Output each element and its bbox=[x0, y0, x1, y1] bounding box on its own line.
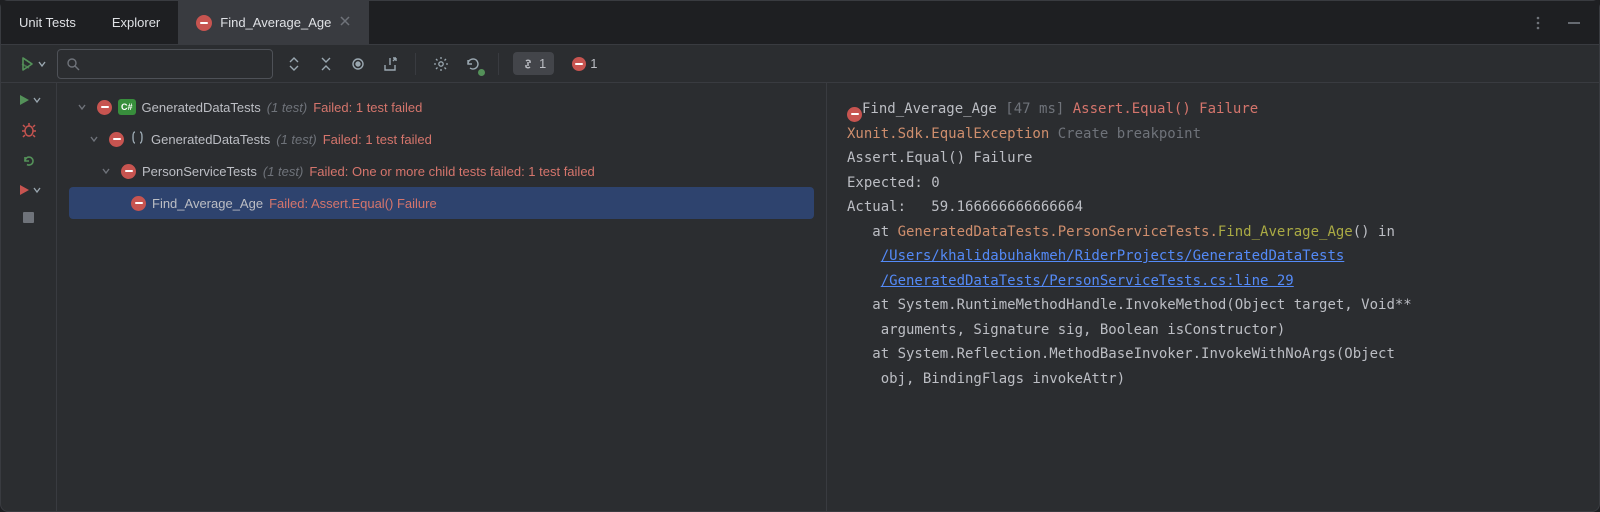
failed-count: 1 bbox=[590, 56, 597, 71]
chevron-down-icon bbox=[77, 100, 91, 115]
fail-icon bbox=[572, 57, 586, 71]
stack-frame: System.RuntimeMethodHandle.InvokeMethod(… bbox=[898, 297, 1412, 313]
tree-node-status: Failed: 1 test failed bbox=[313, 100, 422, 115]
tree-node-count: (1 test) bbox=[263, 164, 303, 179]
stack-frame: System.Reflection.MethodBaseInvoker.Invo… bbox=[898, 346, 1395, 362]
stack-frame-suffix: () in bbox=[1353, 224, 1404, 240]
search-field[interactable] bbox=[86, 55, 266, 72]
tree-node-name: Find_Average_Age bbox=[152, 196, 263, 211]
stack-frame: arguments, Signature sig, Boolean isCons… bbox=[847, 322, 1285, 338]
close-icon[interactable] bbox=[339, 15, 351, 30]
tab-find-average-age[interactable]: Find_Average_Age bbox=[178, 1, 369, 44]
toolbar: 1 1 bbox=[1, 45, 1599, 83]
fail-line: Assert.Equal() Failure bbox=[847, 150, 1032, 166]
export-icon[interactable] bbox=[379, 53, 401, 75]
fail-icon bbox=[97, 100, 112, 115]
expected-value: 0 bbox=[931, 175, 939, 191]
stack-at: at bbox=[847, 297, 898, 313]
rerun-button[interactable] bbox=[21, 153, 37, 169]
fail-icon bbox=[121, 164, 136, 179]
fail-icon bbox=[109, 132, 124, 147]
unit-tests-tool-window: Unit Tests Explorer Find_Average_Age bbox=[0, 0, 1600, 512]
chevron-down-icon bbox=[89, 132, 103, 147]
tree-node-name: PersonServiceTests bbox=[142, 164, 257, 179]
more-icon[interactable] bbox=[1527, 12, 1549, 34]
stop-button[interactable] bbox=[22, 211, 35, 224]
actual-value: 59.166666666666664 bbox=[931, 199, 1083, 215]
tree-node-count: (1 test) bbox=[276, 132, 316, 147]
tree-node-status: Failed: 1 test failed bbox=[323, 132, 432, 147]
linked-count-badge[interactable]: 1 bbox=[513, 52, 554, 75]
details-time: [47 ms] bbox=[1005, 101, 1064, 117]
body: C# GeneratedDataTests (1 test) Failed: 1… bbox=[1, 83, 1599, 511]
tree-test[interactable]: Find_Average_Age Failed: Assert.Equal() … bbox=[69, 187, 814, 219]
tabstrip: Unit Tests Explorer Find_Average_Age bbox=[1, 1, 1599, 45]
debug-button[interactable] bbox=[20, 121, 38, 139]
gear-icon[interactable] bbox=[430, 53, 452, 75]
actual-label: Actual: bbox=[847, 199, 931, 215]
source-link[interactable]: /GeneratedDataTests/PersonServiceTests.c… bbox=[881, 273, 1294, 289]
expand-all-icon[interactable] bbox=[283, 53, 305, 75]
fail-icon bbox=[847, 107, 862, 122]
stack-at: at bbox=[847, 346, 898, 362]
rerun-failed-button[interactable] bbox=[17, 183, 41, 197]
tree-root[interactable]: C# GeneratedDataTests (1 test) Failed: 1… bbox=[69, 91, 814, 123]
create-breakpoint-link[interactable]: Create breakpoint bbox=[1058, 126, 1201, 142]
details-fail: Assert.Equal() Failure bbox=[1073, 101, 1258, 117]
refresh-icon[interactable] bbox=[462, 53, 484, 75]
expected-label: Expected: bbox=[847, 175, 931, 191]
exception-type: Xunit.Sdk.EqualException bbox=[847, 126, 1049, 142]
show-passed-icon[interactable] bbox=[347, 53, 369, 75]
separator bbox=[415, 53, 416, 75]
run-icon bbox=[19, 56, 35, 72]
test-tree: C# GeneratedDataTests (1 test) Failed: 1… bbox=[57, 83, 827, 511]
stack-frame-class: GeneratedDataTests.PersonServiceTests. bbox=[898, 224, 1218, 240]
stack-frame: obj, BindingFlags invokeAttr) bbox=[847, 371, 1125, 387]
tree-node-status: Failed: One or more child tests failed: … bbox=[309, 164, 594, 179]
fail-icon bbox=[131, 196, 146, 211]
fail-icon bbox=[196, 15, 212, 31]
stack-at: at bbox=[847, 224, 898, 240]
separator bbox=[498, 53, 499, 75]
tree-class[interactable]: PersonServiceTests (1 test) Failed: One … bbox=[69, 155, 814, 187]
tree-namespace[interactable]: GeneratedDataTests (1 test) Failed: 1 te… bbox=[69, 123, 814, 155]
linked-count: 1 bbox=[539, 56, 546, 71]
details-name: Find_Average_Age bbox=[862, 101, 997, 117]
csharp-badge: C# bbox=[118, 99, 136, 115]
tab-explorer[interactable]: Explorer bbox=[94, 1, 178, 44]
left-gutter bbox=[1, 83, 57, 511]
run-button[interactable] bbox=[17, 93, 41, 107]
chevron-down-icon bbox=[37, 59, 47, 69]
chevron-down-icon bbox=[101, 164, 115, 179]
run-dropdown[interactable] bbox=[19, 56, 47, 72]
tree-node-count: (1 test) bbox=[267, 100, 307, 115]
tab-label: Find_Average_Age bbox=[220, 15, 331, 30]
tab-unit-tests[interactable]: Unit Tests bbox=[1, 1, 94, 44]
tab-label: Explorer bbox=[112, 15, 160, 30]
tree-node-status: Failed: Assert.Equal() Failure bbox=[269, 196, 437, 211]
tree-node-name: GeneratedDataTests bbox=[142, 100, 261, 115]
test-details: Find_Average_Age [47 ms] Assert.Equal() … bbox=[827, 83, 1599, 511]
tree-node-name: GeneratedDataTests bbox=[151, 132, 270, 147]
failed-count-badge[interactable]: 1 bbox=[564, 52, 605, 75]
search-icon bbox=[66, 57, 80, 71]
namespace-icon bbox=[130, 130, 145, 148]
minimize-icon[interactable] bbox=[1563, 12, 1585, 34]
collapse-all-icon[interactable] bbox=[315, 53, 337, 75]
stack-frame-method: Find_Average_Age bbox=[1218, 224, 1353, 240]
source-link[interactable]: /Users/khalidabuhakmeh/RiderProjects/Gen… bbox=[881, 248, 1345, 264]
tab-label: Unit Tests bbox=[19, 15, 76, 30]
search-input[interactable] bbox=[57, 49, 273, 79]
